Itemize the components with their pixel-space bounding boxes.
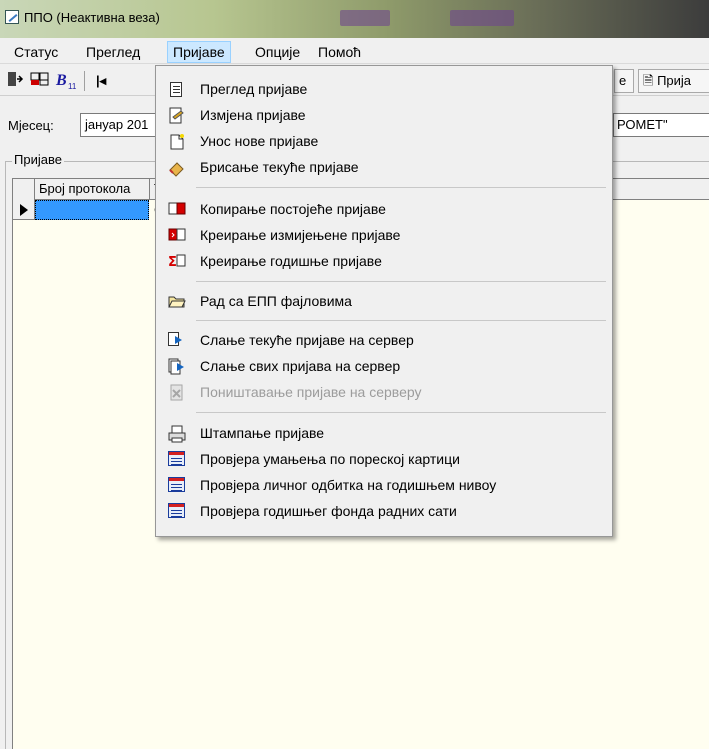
menu-item-brisanje-prijave[interactable]: Брисање текуће пријаве (160, 155, 608, 179)
menu-item-kreiranje-godisnje[interactable]: Σ Креирање годишње пријаве (160, 249, 608, 273)
app-icon (5, 10, 19, 24)
menu-item-provjera-fonda[interactable]: Провјера годишњег фонда радних сати (160, 499, 608, 523)
window-title: ППО (Неактивна веза) (24, 10, 160, 25)
menu-item-provjera-umanjenja[interactable]: Провјера умањења по пореској картици (160, 447, 608, 471)
menu-separator (196, 320, 606, 321)
menu-item-unos-nove-prijave[interactable]: Унос нове пријаве (160, 129, 608, 153)
menu-item-pregled-prijave[interactable]: Преглед пријаве (160, 77, 608, 101)
menu-separator (196, 187, 606, 188)
menu-opcije[interactable]: Опције (249, 42, 306, 62)
prijave-dropdown-menu: Преглед пријаве Измјена пријаве Унос нов… (155, 65, 613, 537)
eraser-icon (168, 159, 184, 177)
menu-item-provjera-odbitka[interactable]: Провјера личног одбитка на годишњем ниво… (160, 473, 608, 497)
menu-pomoc[interactable]: Помоћ (312, 42, 367, 62)
first-record-icon[interactable]: |◂ (96, 70, 114, 92)
row-indicator-icon (13, 200, 35, 220)
document-edit-icon (168, 107, 184, 124)
exit-door-icon[interactable] (6, 70, 26, 92)
menu-item-slanje-svih[interactable]: Слање свих пријава на сервер (160, 354, 608, 378)
menu-item-ponistavanje: Поништавање пријаве на серверу (160, 380, 608, 404)
folder-open-icon (168, 293, 186, 309)
selected-cell[interactable] (35, 200, 149, 220)
menu-prijave[interactable]: Пријаве (167, 41, 231, 63)
create-modified-icon (168, 227, 186, 243)
sigma-icon: Σ (168, 253, 186, 270)
svg-text:11: 11 (68, 82, 77, 90)
menu-item-slanje-tekuce[interactable]: Слање текуће пријаве на сервер (160, 328, 608, 352)
month-label: Мјесец: (8, 118, 54, 133)
company-field[interactable]: РОМЕТ" (613, 113, 709, 137)
menu-item-rad-epp[interactable]: Рад са ЕПП фајловима (160, 289, 608, 313)
svg-text:Σ: Σ (168, 255, 177, 269)
calendar-icon (168, 477, 185, 492)
menu-item-kreiranje-izmijenjene[interactable]: Креирање измијењене пријаве (160, 223, 608, 247)
send-icon (168, 332, 182, 346)
svg-text:B: B (55, 72, 67, 89)
toolbar-right-button[interactable]: e (614, 69, 634, 93)
printer-icon (168, 425, 186, 443)
menu-item-izmjena-prijave[interactable]: Измјена пријаве (160, 103, 608, 127)
title-blob (450, 10, 514, 26)
menu-item-kopiranje-prijave[interactable]: Копирање постојеће пријаве (160, 197, 608, 221)
menu-pregled[interactable]: Преглед (80, 42, 146, 62)
new-document-icon (168, 133, 184, 150)
send-all-icon (168, 358, 184, 375)
menu-separator (196, 412, 606, 413)
cancel-server-icon (168, 384, 184, 401)
title-blob (340, 10, 390, 26)
grid-corner (13, 179, 35, 200)
column-header-protocol[interactable]: Број протокола (35, 179, 150, 200)
menu-bar: Статус Преглед Пријаве Опције Помоћ (0, 38, 709, 64)
calendar-icon (168, 451, 185, 466)
table-icon[interactable] (30, 70, 52, 92)
document-view-icon (170, 82, 182, 97)
b11-icon[interactable]: B 11 (55, 70, 77, 92)
copy-icon (168, 201, 186, 217)
calendar-icon (168, 503, 185, 518)
document-icon: 🗎 (643, 73, 658, 88)
menu-item-stampanje[interactable]: Штампање пријаве (160, 421, 608, 445)
prijava-button[interactable]: 🗎 Прија (638, 69, 709, 93)
title-bar: ППО (Неактивна веза) (0, 0, 709, 38)
menu-separator (196, 281, 606, 282)
group-label: Пријаве (12, 152, 64, 167)
toolbar-separator (84, 71, 85, 91)
menu-status[interactable]: Статус (8, 42, 64, 62)
